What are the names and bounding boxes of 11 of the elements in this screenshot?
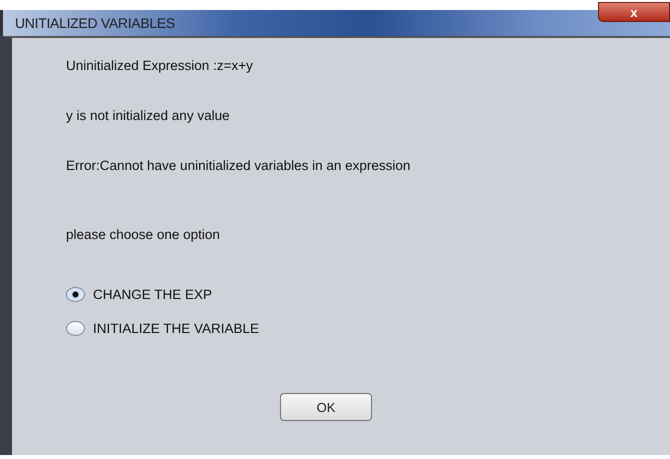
ok-button[interactable]: OK: [280, 393, 372, 421]
radio-button[interactable]: [66, 286, 85, 302]
message-text: y is not initialized any value: [66, 108, 231, 125]
prompt-text: please choose one option: [66, 227, 221, 244]
message-text: Uninitialized Expression :z=x+y: [66, 58, 254, 75]
radio-option[interactable]: INITIALIZE THE VARIABLE: [66, 311, 670, 345]
message-text: Error:Cannot have uninitialized variables in an expression: [66, 158, 412, 175]
radio-option[interactable]: CHANGE THE EXP: [66, 277, 670, 311]
close-button[interactable]: x: [598, 2, 670, 22]
radio-button[interactable]: [66, 320, 85, 336]
window-title: UNITIALIZED VARIABLES: [14, 15, 175, 31]
